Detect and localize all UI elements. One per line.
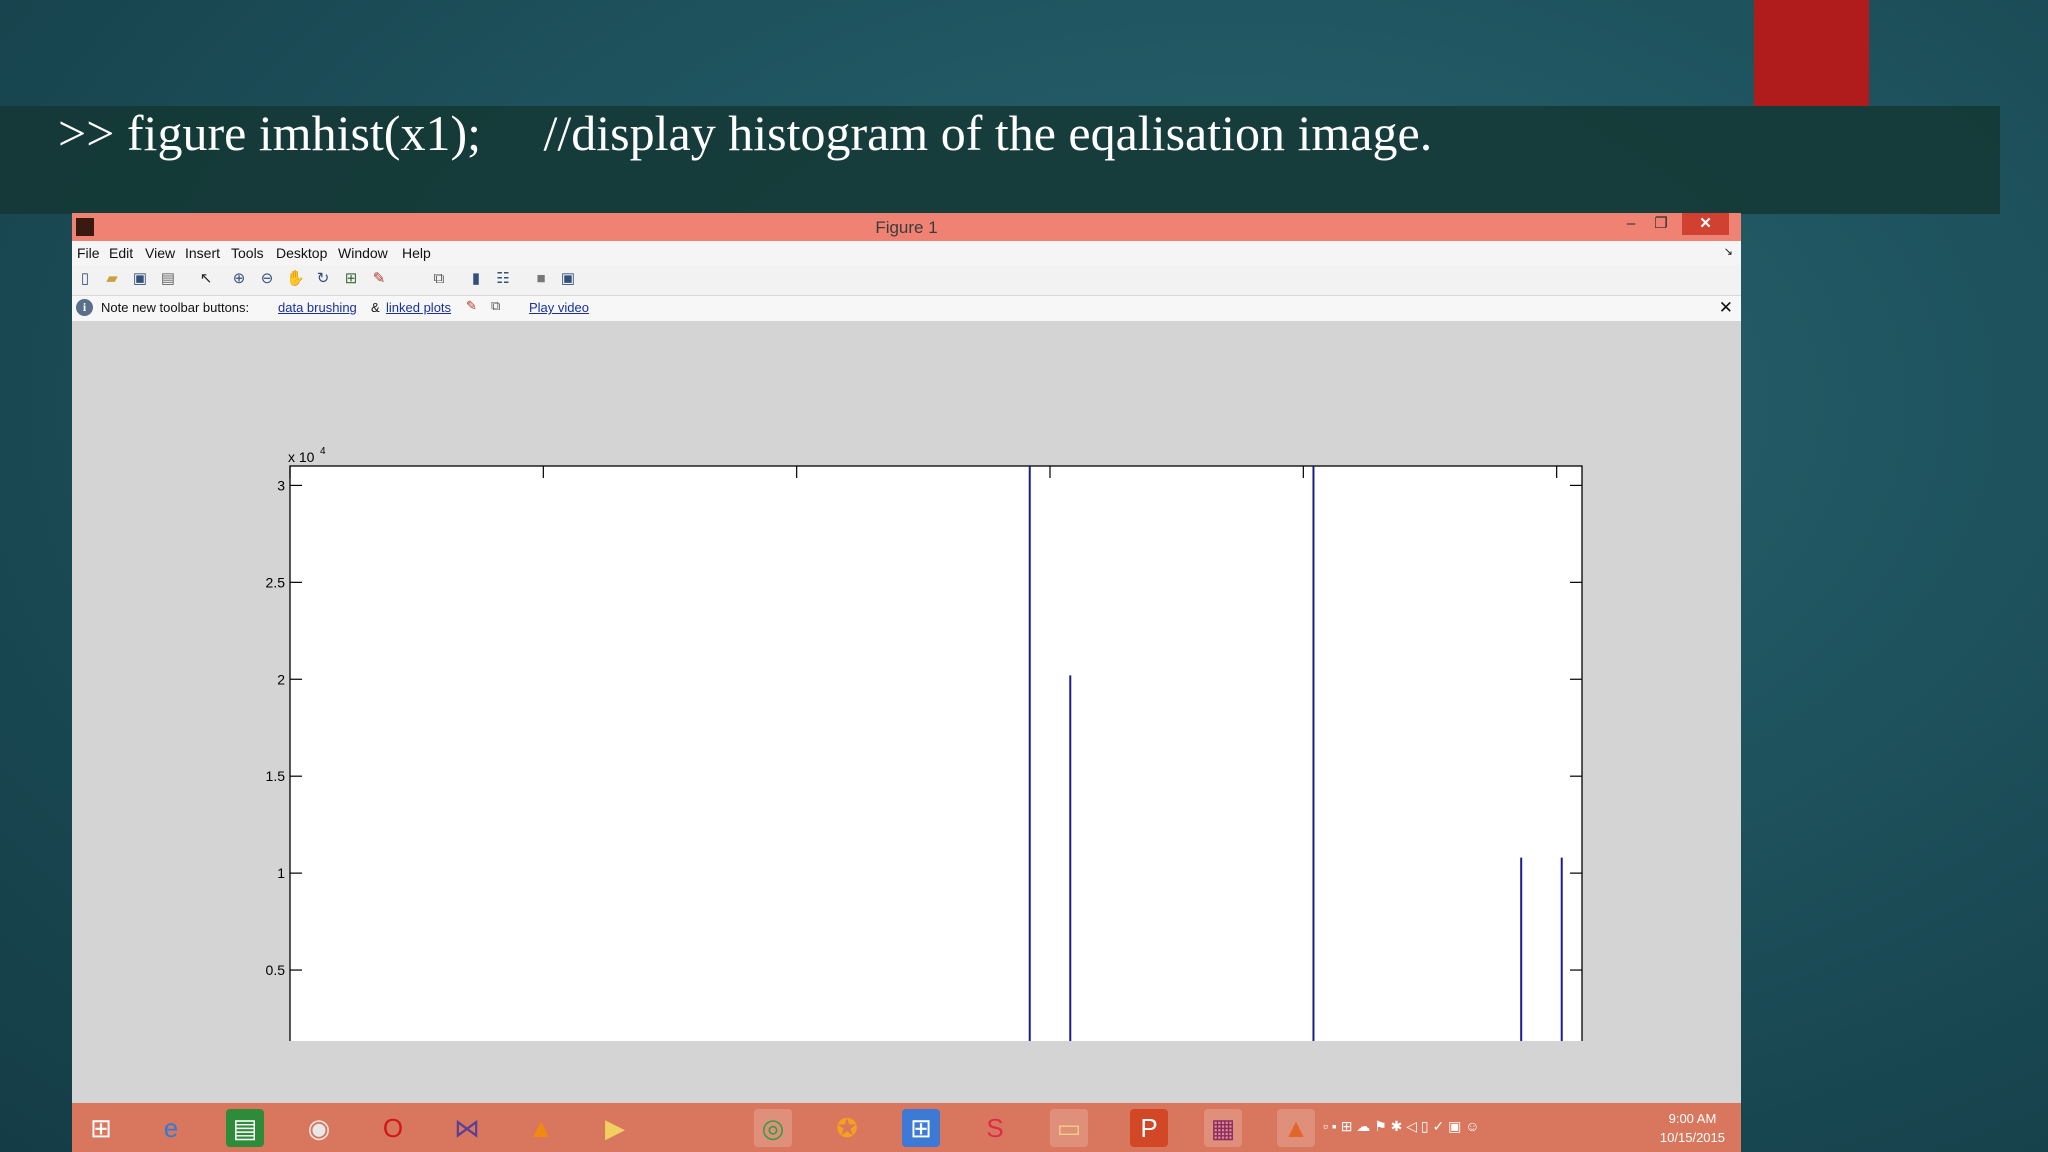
play-video-link[interactable]: Play video <box>529 300 589 315</box>
winrar-icon[interactable]: ▦ <box>1204 1109 1242 1147</box>
swirl-app-icon[interactable]: S <box>976 1109 1014 1147</box>
matlab-icon[interactable]: ▲ <box>1277 1109 1315 1147</box>
menu-help[interactable]: Help <box>402 245 431 261</box>
zoom-in-icon[interactable]: ⊕ <box>230 270 248 288</box>
y-tick-label: 0.5 <box>266 962 286 978</box>
link-plot-icon[interactable]: ⧉ <box>430 270 448 288</box>
brush-icon[interactable]: ✎ <box>370 270 388 288</box>
photo-app-icon[interactable]: ◉ <box>300 1109 338 1147</box>
data-brushing-link[interactable]: data brushing <box>278 300 357 315</box>
linked-plots-link[interactable]: linked plots <box>386 300 451 315</box>
window-title: Figure 1 <box>875 218 938 237</box>
note-text: Note new toolbar buttons: <box>101 300 250 315</box>
store-icon[interactable]: ▤ <box>226 1109 264 1147</box>
rotate-3d-icon[interactable]: ↻ <box>314 270 332 288</box>
new-figure-icon[interactable]: ▯ <box>76 270 94 288</box>
menu-desktop[interactable]: Desktop <box>276 245 327 261</box>
y-tick-label: 2 <box>277 671 285 687</box>
menu-window[interactable]: Window <box>338 245 388 261</box>
figure-window: Figure 1 – ❐ ✕ File Edit View Insert Too… <box>72 213 1741 1152</box>
y-multiplier-exponent: 4 <box>320 446 326 457</box>
minimize-button[interactable]: – <box>1619 213 1643 235</box>
zoom-out-icon[interactable]: ⊖ <box>258 270 276 288</box>
y-tick-label: 2.5 <box>266 574 286 590</box>
menu-view[interactable]: View <box>145 245 175 261</box>
clock-date: 10/15/2015 <box>1659 1130 1725 1145</box>
menu-insert[interactable]: Insert <box>185 245 220 261</box>
vlc-icon[interactable]: ▲ <box>522 1109 560 1147</box>
figure-toolbar: ▯ ▰ ▣ ▤ ↖ ⊕ ⊖ ✋ ↻ ⊞ ✎ ⧉ ▮ ☷ ■ ▣ <box>72 265 1741 296</box>
print-icon[interactable]: ▤ <box>159 270 177 288</box>
file-explorer-icon[interactable]: ▭ <box>1050 1109 1088 1147</box>
window-titlebar[interactable]: Figure 1 – ❐ ✕ <box>72 213 1741 241</box>
close-button[interactable]: ✕ <box>1682 213 1729 235</box>
note-amp: & <box>371 300 380 315</box>
data-cursor-icon[interactable]: ⊞ <box>342 270 360 288</box>
internet-explorer-icon[interactable]: e <box>152 1109 190 1147</box>
note-close-icon[interactable]: ✕ <box>1719 298 1733 318</box>
y-tick-label: 1 <box>277 865 285 881</box>
slide-accent-block <box>1754 0 1869 106</box>
apps-grid-icon[interactable]: ⊞ <box>902 1109 940 1147</box>
windows-taskbar: ⊞ e ▤ ◉ O ⋈ ▲ ▶ ◎ ✪ ⊞ S ▭ P ▦ ▲ ▫ ▪ ⊞ ☁ … <box>72 1103 1741 1152</box>
menu-bar: File Edit View Insert Tools Desktop Wind… <box>72 241 1741 265</box>
menu-tools[interactable]: Tools <box>231 245 264 261</box>
powerpoint-icon[interactable]: P <box>1130 1109 1168 1147</box>
pan-icon[interactable]: ✋ <box>286 270 305 288</box>
clock-time: 9:00 AM <box>1668 1111 1717 1126</box>
info-icon: i <box>76 299 93 316</box>
edit-plot-icon[interactable]: ↖ <box>197 270 215 288</box>
axes-area <box>289 465 1583 1041</box>
chrome-icon[interactable]: ◎ <box>754 1109 792 1147</box>
hide-plot-tools-icon[interactable]: ■ <box>532 270 550 288</box>
maximize-button[interactable]: ❐ <box>1649 213 1673 235</box>
media-player-icon[interactable]: ▶ <box>596 1109 634 1147</box>
histogram-plot: x 10 4 05010015020025000.511.522.53 <box>266 446 1583 1041</box>
menu-file[interactable]: File <box>77 245 100 261</box>
y-tick-label: 1.5 <box>266 768 286 784</box>
open-file-icon[interactable]: ▰ <box>103 270 121 288</box>
opera-icon[interactable]: O <box>374 1109 412 1147</box>
legend-icon[interactable]: ☷ <box>494 270 512 288</box>
menu-edit[interactable]: Edit <box>109 245 133 261</box>
taskbar-clock[interactable]: 9:00 AM 10/15/2015 <box>1660 1109 1725 1147</box>
show-plot-tools-icon[interactable]: ▣ <box>559 270 577 288</box>
uc-browser-icon[interactable]: ✪ <box>828 1109 866 1147</box>
slide-title: >> figure imhist(x1); //display histogra… <box>58 105 1433 161</box>
visual-studio-icon[interactable]: ⋈ <box>448 1109 486 1147</box>
brush-note-icon: ✎ <box>466 298 477 313</box>
y-tick-label: 3 <box>277 477 285 493</box>
y-multiplier-label: x 10 <box>288 449 315 465</box>
save-icon[interactable]: ▣ <box>131 270 149 288</box>
windows-start-icon[interactable]: ⊞ <box>82 1109 120 1147</box>
link-note-icon: ⧉ <box>491 298 501 313</box>
dock-arrow-icon[interactable]: ↘ <box>1724 245 1733 258</box>
tray-icons[interactable]: ▫ ▪ ⊞ ☁ ⚑ ✱ ◁ ▯ ✓ ▣ ☺ <box>1323 1118 1480 1135</box>
colorbar-icon[interactable]: ▮ <box>467 270 485 288</box>
note-bar: i Note new toolbar buttons: data brushin… <box>72 296 1741 321</box>
